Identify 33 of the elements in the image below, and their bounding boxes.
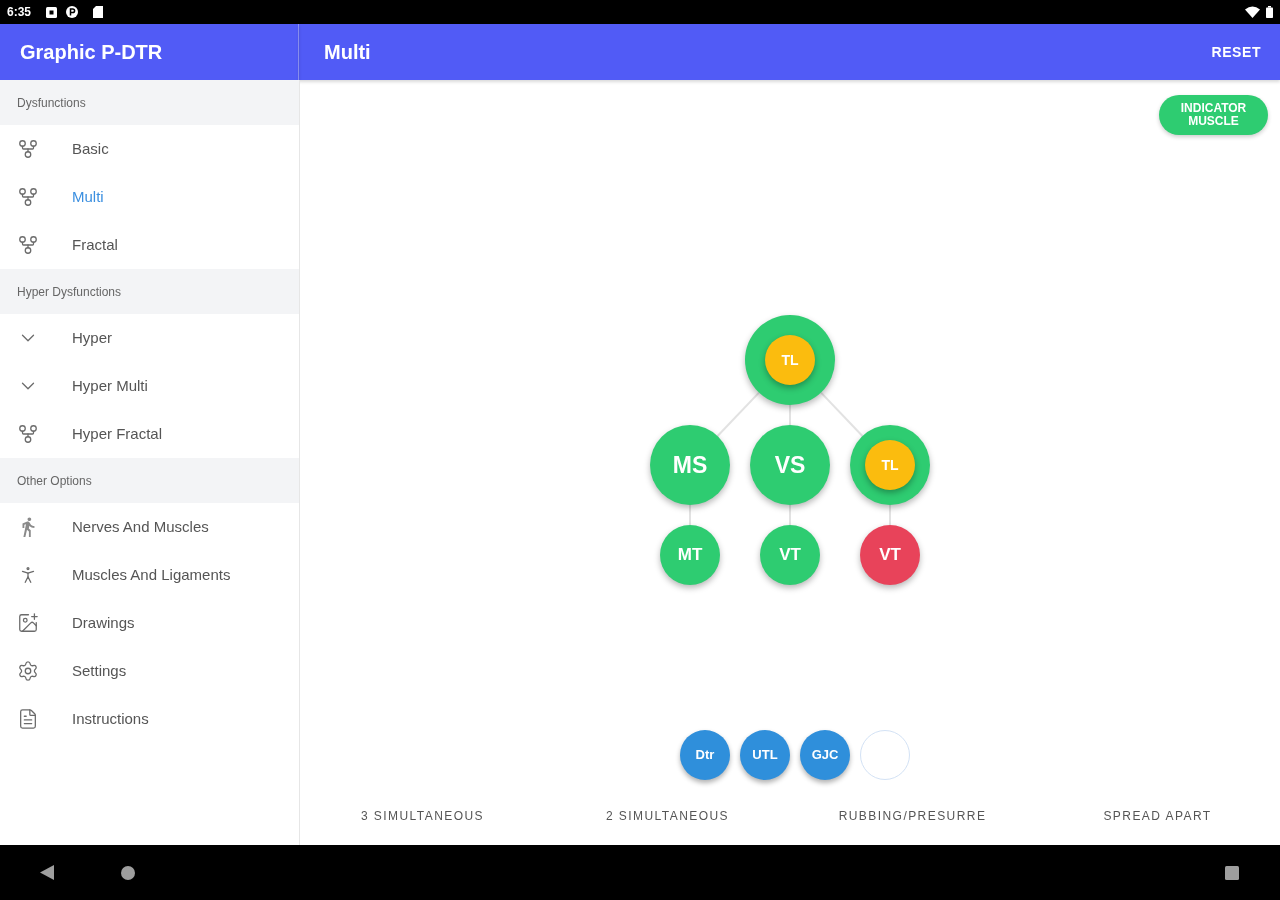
sd-card-icon [93, 6, 104, 18]
home-icon [121, 865, 135, 880]
section-header: Hyper Dysfunctions [0, 269, 299, 314]
action-tab[interactable]: 3 SIMULTANEOUS [300, 792, 545, 840]
section-header: Other Options [0, 458, 299, 503]
settings-icon [17, 660, 39, 682]
fork-icon [17, 138, 39, 160]
notification-icon [46, 6, 58, 18]
fork-icon [17, 186, 39, 208]
back-icon [40, 865, 54, 880]
action-tab[interactable]: RUBBING/PRESURRE [790, 792, 1035, 840]
action-tab[interactable]: SPREAD APART [1035, 792, 1280, 840]
fork-icon [17, 234, 39, 256]
screen-title: Multi [324, 40, 371, 65]
battery-icon [1266, 6, 1273, 18]
tree-node[interactable]: VT [860, 525, 920, 585]
empty-slot[interactable] [860, 730, 910, 780]
circle-icon [66, 6, 79, 18]
status-time: 6:35 [7, 6, 32, 18]
wifi-icon [1245, 6, 1260, 18]
connector-line [820, 391, 864, 438]
fork-icon [17, 423, 39, 445]
reset-button[interactable]: RESET [1207, 35, 1265, 69]
image-icon [17, 612, 39, 634]
recents-icon [1225, 865, 1239, 880]
chip[interactable]: GJC [800, 730, 850, 780]
document-icon [17, 708, 39, 730]
app-title: Graphic P-DTR [20, 40, 163, 65]
chip[interactable]: UTL [740, 730, 790, 780]
action-tab[interactable]: 2 SIMULTANEOUS [545, 792, 790, 840]
section-header: Dysfunctions [0, 80, 299, 125]
chip[interactable]: Dtr [680, 730, 730, 780]
connector-line [716, 391, 760, 438]
